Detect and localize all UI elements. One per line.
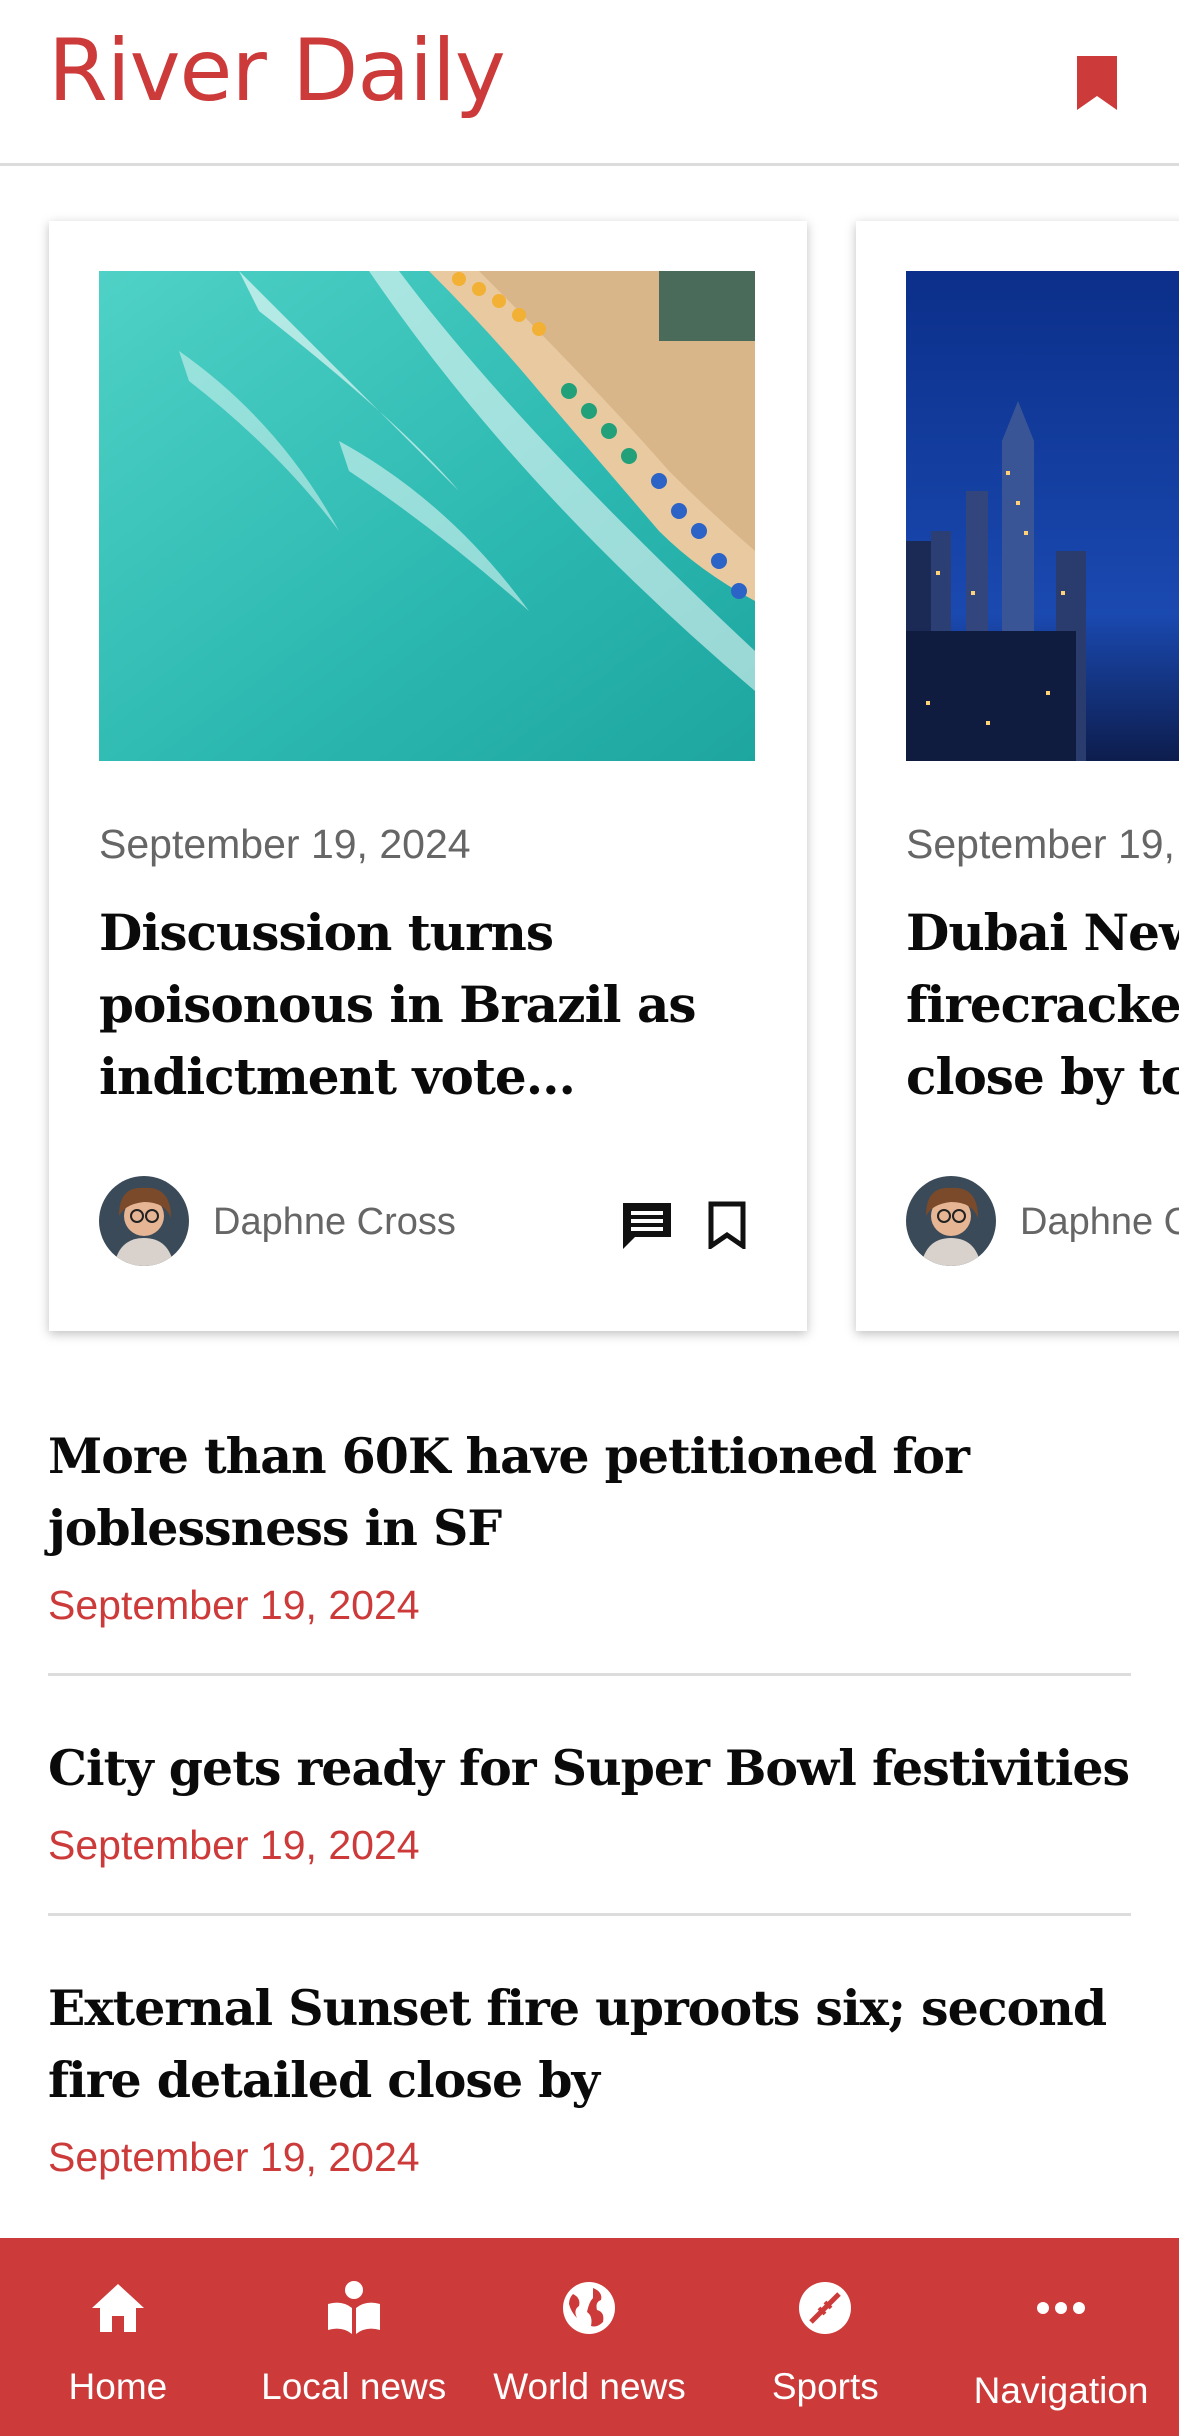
app-header: River Daily bbox=[0, 0, 1179, 166]
nav-label: Local news bbox=[261, 2366, 447, 2407]
author-name: Daphne Cross bbox=[1020, 1201, 1179, 1243]
nav-item-world-news[interactable]: World news bbox=[472, 2238, 708, 2436]
globe-icon bbox=[563, 2282, 616, 2334]
beach-aerial-photo bbox=[99, 271, 755, 761]
article-list: More than 60K have petitioned for jobles… bbox=[48, 1420, 1131, 2281]
article-title[interactable]: External Sunset fire uproots six; second… bbox=[48, 1972, 1131, 2116]
nav-label: Navigation bbox=[973, 2370, 1149, 2411]
nav-label: World news bbox=[493, 2366, 686, 2407]
nav-item-sports[interactable]: Sports bbox=[707, 2238, 943, 2436]
article-title[interactable]: More than 60K have petitioned for jobles… bbox=[48, 1420, 1131, 1564]
app-title: River Daily bbox=[48, 21, 506, 121]
football-icon bbox=[799, 2282, 852, 2334]
card-date: September 19, 2024 bbox=[906, 821, 1179, 867]
bottom-navigation: Home Local news World news Sports Naviga… bbox=[0, 2238, 1179, 2436]
card-date: September 19, 2024 bbox=[99, 821, 471, 867]
bookmark-icon[interactable] bbox=[1075, 54, 1119, 112]
city-skyline-night-photo bbox=[906, 271, 1179, 761]
avatar bbox=[99, 1176, 189, 1266]
bookmark-outline-icon[interactable] bbox=[707, 1201, 747, 1249]
article-title[interactable]: City gets ready for Super Bowl festiviti… bbox=[48, 1732, 1131, 1804]
author-name: Daphne Cross bbox=[213, 1201, 456, 1243]
featured-card[interactable]: September 19, 2024 Dubai New Year's fire… bbox=[856, 221, 1179, 1331]
article-date: September 19, 2024 bbox=[48, 1822, 420, 1868]
featured-card[interactable]: September 19, 2024 Discussion turns pois… bbox=[49, 221, 807, 1331]
article-date: September 19, 2024 bbox=[48, 2134, 420, 2180]
list-item[interactable]: External Sunset fire uproots six; second… bbox=[48, 1972, 1131, 2225]
nav-label: Home bbox=[68, 2366, 168, 2407]
nav-item-local-news[interactable]: Local news bbox=[236, 2238, 472, 2436]
avatar bbox=[906, 1176, 996, 1266]
local-news-icon bbox=[327, 2281, 380, 2334]
nav-item-home[interactable]: Home bbox=[0, 2238, 236, 2436]
list-item[interactable]: City gets ready for Super Bowl festiviti… bbox=[48, 1732, 1131, 1916]
article-date: September 19, 2024 bbox=[48, 1582, 420, 1628]
nav-item-navigation[interactable]: Navigation bbox=[943, 2238, 1179, 2436]
card-title[interactable]: Dubai New Year's firecracker show close … bbox=[906, 897, 1179, 1113]
featured-carousel[interactable]: September 19, 2024 Discussion turns pois… bbox=[0, 166, 1179, 1366]
comment-icon[interactable] bbox=[621, 1201, 673, 1251]
list-item[interactable]: More than 60K have petitioned for jobles… bbox=[48, 1420, 1131, 1676]
home-icon bbox=[91, 2284, 144, 2332]
nav-label: Sports bbox=[771, 2366, 879, 2407]
card-title[interactable]: Discussion turns poisonous in Brazil as … bbox=[99, 897, 755, 1113]
more-icon bbox=[1037, 2302, 1086, 2314]
